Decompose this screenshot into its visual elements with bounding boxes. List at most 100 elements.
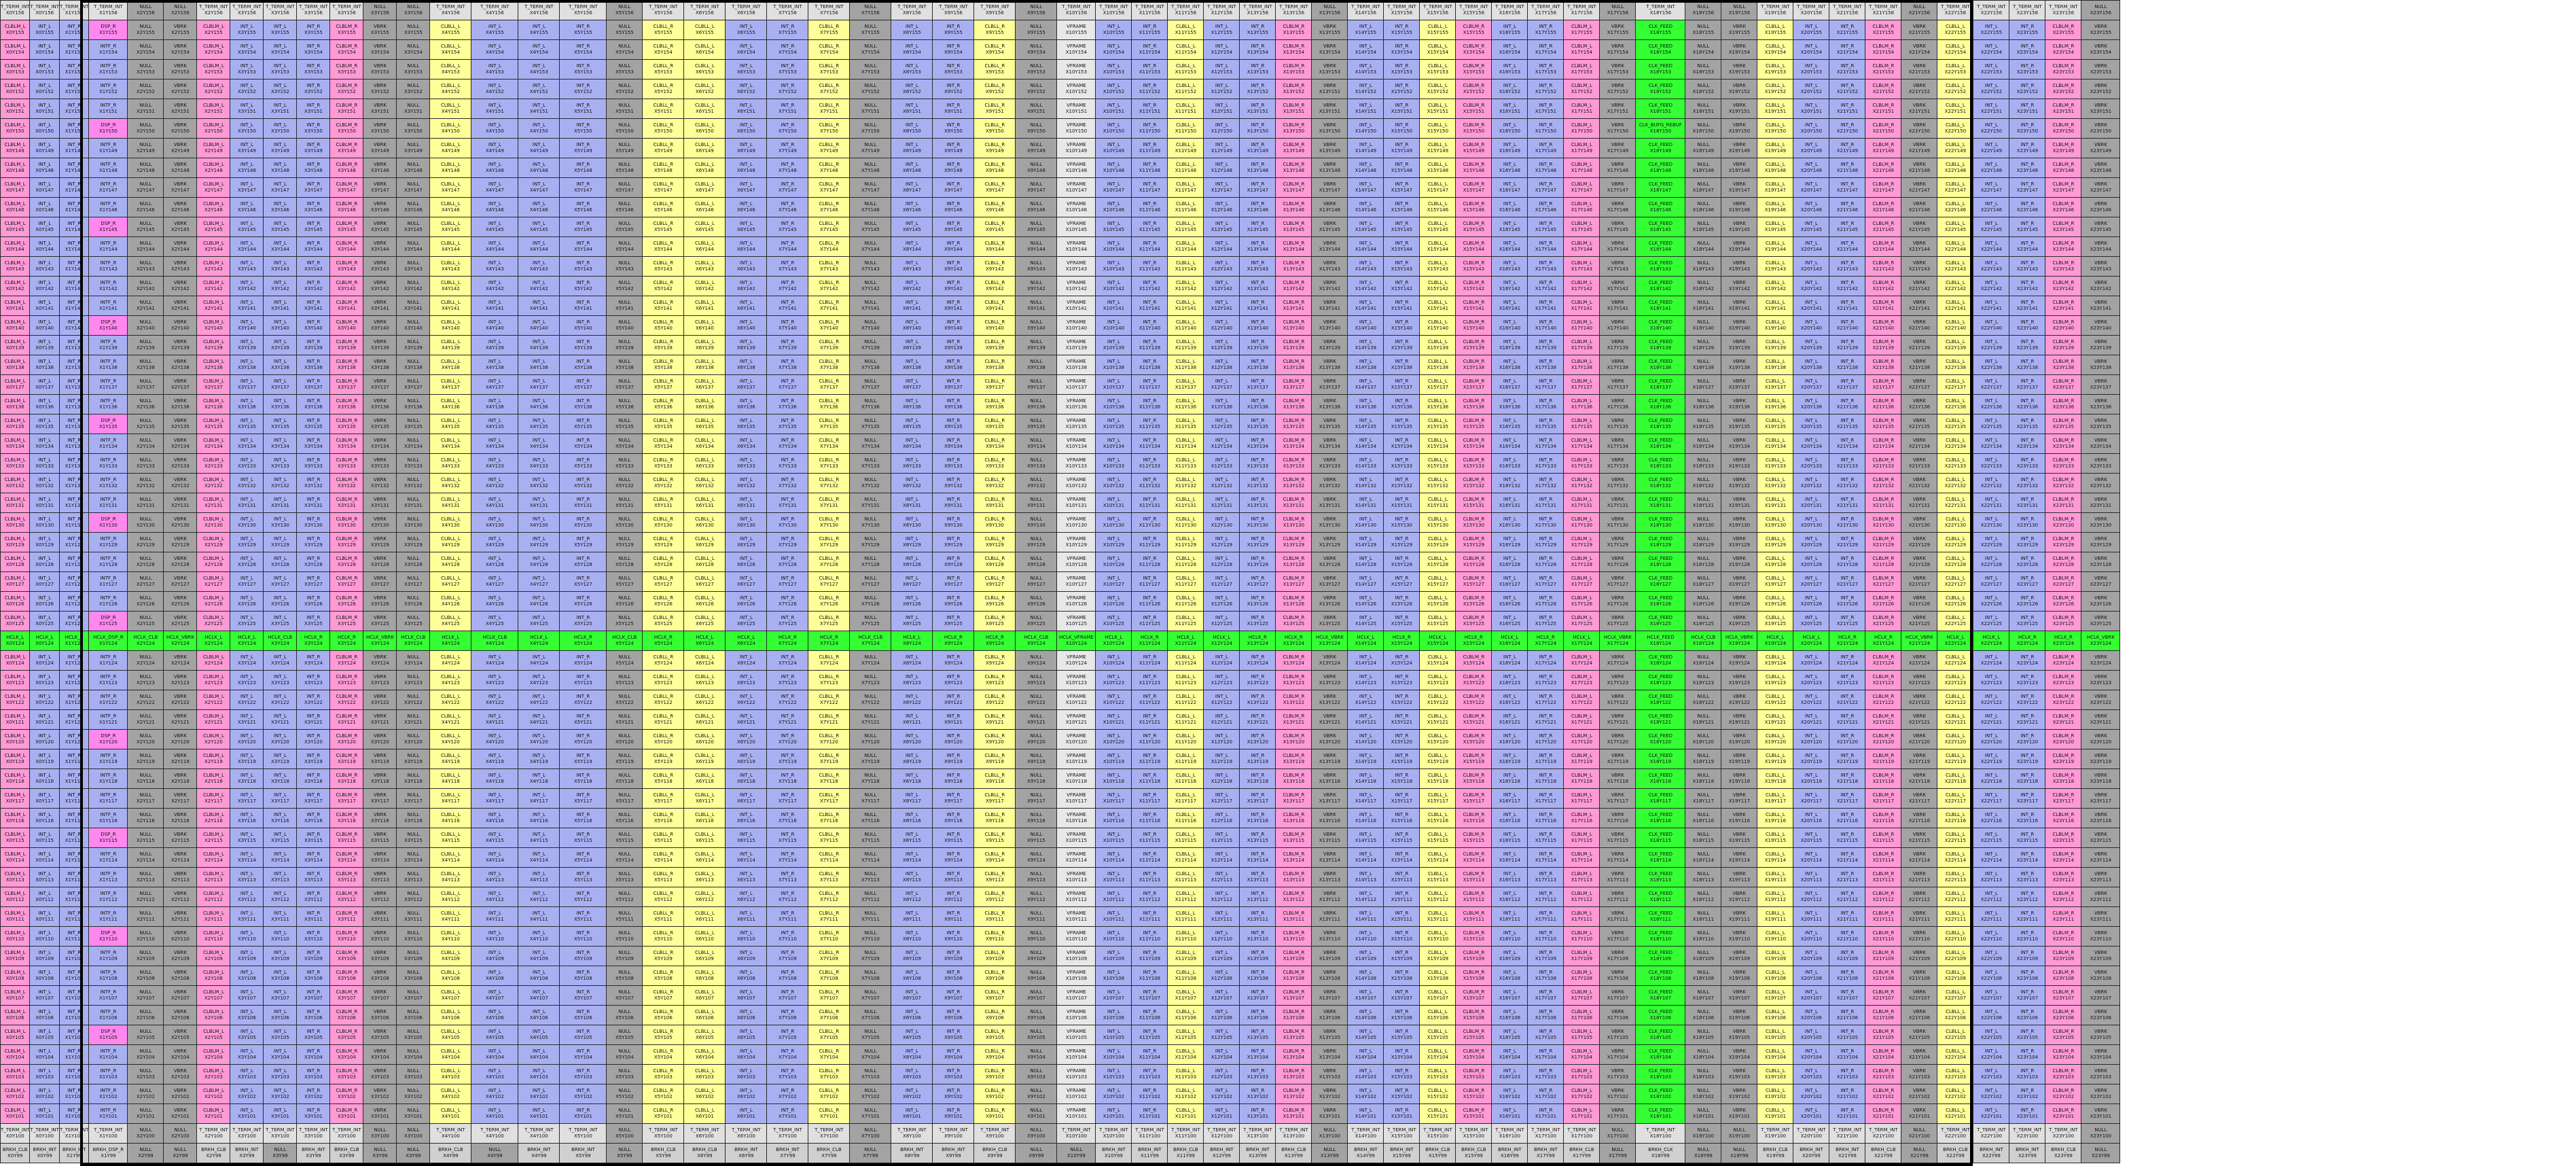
tile-int-l[interactable]: INT_L X20Y143: [1793, 256, 1830, 277]
tile-int-r[interactable]: INT_R X7Y151: [766, 99, 809, 119]
tile-int-l[interactable]: INT_L X20Y128: [1793, 552, 1830, 572]
tile-int-l[interactable]: INT_L X12Y128: [1203, 552, 1240, 572]
tile-int-r[interactable]: INT_R X7Y144: [766, 236, 809, 257]
tile-intf-r[interactable]: INTF_R X1Y129: [88, 532, 128, 552]
tile-clblm-l[interactable]: CLBLM_L X0Y131: [0, 493, 31, 513]
tile-int-r[interactable]: INT_R X21Y130: [1829, 512, 1866, 533]
tile-clblm-r[interactable]: CLBLM_R X15Y142: [1455, 276, 1492, 296]
tile-clbll-l[interactable]: CLBLL_L X22Y143: [1937, 256, 1974, 277]
tile-int-r[interactable]: INT_R X15Y138: [1383, 355, 1420, 375]
tile-intf-r[interactable]: INTF_R X1Y133: [88, 453, 128, 474]
tile-clblm-r[interactable]: CLBLM_R X21Y136: [1865, 394, 1902, 414]
tile-int-r[interactable]: INT_R X5Y144: [559, 236, 607, 257]
tile-int-r[interactable]: INT_R X11Y149: [1131, 138, 1168, 158]
tile-int-l[interactable]: INT_L X3Y134: [230, 434, 264, 454]
tile-vbrk[interactable]: VBRK X3Y153: [363, 59, 397, 80]
tile-int-l[interactable]: INT_L X10Y139: [1095, 335, 1132, 355]
tile-int-l[interactable]: INT_L X3Y129: [230, 532, 264, 552]
tile-clblm-r[interactable]: CLBLM_R X21Y131: [1865, 493, 1902, 513]
tile-int-l[interactable]: INT_L X3Y137: [230, 374, 264, 395]
tile-int-l[interactable]: INT_L X3Y146: [263, 197, 298, 217]
tile-int-r[interactable]: INT_R X23Y145: [2009, 217, 2046, 237]
tile-int-l[interactable]: INT_L X20Y145: [1793, 217, 1830, 237]
tile-vbrk[interactable]: VBRK X13Y128: [1311, 552, 1348, 572]
tile-clblm-r[interactable]: CLBLM_R X15Y146: [1455, 197, 1492, 217]
tile-int-l[interactable]: INT_L X8Y155: [891, 20, 933, 40]
tile-vbrk[interactable]: VBRK X21Y132: [1901, 473, 1938, 493]
tile-int-r[interactable]: INT_R X7Y153: [766, 59, 809, 80]
tile-clblm-l[interactable]: CLBLM_L X17Y146: [1563, 197, 1600, 217]
tile-clbll-l[interactable]: CLBLL_L X15Y144: [1419, 236, 1456, 257]
tile-t-term-int[interactable]: T_TERM_INT X7Y156: [766, 0, 809, 20]
tile-int-r[interactable]: INT_R X7Y149: [766, 138, 809, 158]
tile-clbll-r[interactable]: CLBLL_R X7Y136: [808, 394, 851, 414]
tile-null[interactable]: NULL X9Y154: [1015, 39, 1058, 60]
tile-int-l[interactable]: INT_L X12Y134: [1203, 434, 1240, 454]
tile-vbrk[interactable]: VBRK X19Y139: [1721, 335, 1758, 355]
tile-int-r[interactable]: INT_R X11Y141: [1131, 296, 1168, 316]
tile-int-l[interactable]: INT_L X10Y144: [1095, 236, 1132, 257]
tile-clblm-r[interactable]: CLBLM_R X23Y139: [2045, 335, 2082, 355]
tile-int-l[interactable]: INT_L X4Y141: [518, 296, 560, 316]
tile-vbrk[interactable]: VBRK X23Y138: [2081, 355, 2121, 375]
tile-int-r[interactable]: INT_R X15Y135: [1383, 414, 1420, 434]
tile-vbrk[interactable]: VBRK X23Y153: [2081, 59, 2121, 80]
tile-vbrk[interactable]: VBRK X21Y139: [1901, 335, 1938, 355]
tile-int-l[interactable]: INT_L X4Y152: [518, 79, 560, 99]
tile-clblm-r[interactable]: CLBLM_R X21Y135: [1865, 414, 1902, 434]
tile-vbrk[interactable]: VBRK X23Y136: [2081, 394, 2121, 414]
tile-int-r[interactable]: INT_R X21Y137: [1829, 374, 1866, 395]
tile-vbrk[interactable]: VBRK X21Y152: [1901, 79, 1938, 99]
tile-int-r[interactable]: INT_R X1Y148: [58, 158, 90, 178]
tile-int-r[interactable]: INT_R X13Y134: [1239, 434, 1276, 454]
tile-int-l[interactable]: INT_L X3Y143: [230, 256, 264, 277]
tile-clblm-l[interactable]: CLBLM_L X17Y151: [1563, 99, 1600, 119]
tile-null[interactable]: NULL X2Y140: [127, 315, 164, 336]
tile-int-r[interactable]: INT_R X23Y129: [2009, 532, 2046, 552]
tile-int-l[interactable]: INT_L X8Y153: [891, 59, 933, 80]
tile-int-r[interactable]: INT_R X15Y139: [1383, 335, 1420, 355]
tile-clbll-l[interactable]: CLBLL_L X6Y136: [683, 394, 726, 414]
tile-int-l[interactable]: INT_L X4Y147: [518, 177, 560, 198]
tile-int-l[interactable]: INT_L X8Y134: [891, 434, 933, 454]
tile-int-r[interactable]: INT_R X17Y143: [1527, 256, 1564, 277]
tile-int-r[interactable]: INT_R X3Y146: [296, 197, 331, 217]
tile-clbll-l[interactable]: CLBLL_L X15Y149: [1419, 138, 1456, 158]
tile-vframe[interactable]: VFRAME X10Y155: [1056, 20, 1096, 40]
tile-vbrk[interactable]: VBRK X13Y138: [1311, 355, 1348, 375]
tile-int-l[interactable]: INT_L X10Y136: [1095, 394, 1132, 414]
tile-clbll-l[interactable]: CLBLL_L X11Y132: [1167, 473, 1204, 493]
tile-clbll-l[interactable]: CLBLL_L X19Y150: [1757, 118, 1794, 139]
tile-int-l[interactable]: INT_L X6Y132: [725, 473, 768, 493]
tile-intf-r[interactable]: INTF_R X1Y138: [88, 355, 128, 375]
tile-clbll-l[interactable]: CLBLL_L X6Y128: [683, 552, 726, 572]
tile-clblm-r[interactable]: CLBLM_R X21Y133: [1865, 453, 1902, 474]
tile-null[interactable]: NULL X5Y129: [606, 532, 643, 552]
tile-clbll-l[interactable]: CLBLL_L X22Y150: [1937, 118, 1974, 139]
tile-vbrk[interactable]: VBRK X3Y142: [363, 276, 397, 296]
tile-int-l[interactable]: INT_L X10Y138: [1095, 355, 1132, 375]
tile-int-r[interactable]: INT_R X3Y154: [296, 39, 331, 60]
tile-vbrk[interactable]: VBRK X2Y154: [163, 39, 198, 60]
tile-clbll-l[interactable]: CLBLL_L X15Y133: [1419, 453, 1456, 474]
tile-null[interactable]: NULL X2Y151: [127, 99, 164, 119]
tile-clbll-l[interactable]: CLBLL_L X6Y131: [683, 493, 726, 513]
tile-clblm-l[interactable]: CLBLM_L X0Y128: [0, 552, 31, 572]
tile-null[interactable]: NULL X9Y143: [1015, 256, 1058, 277]
tile-int-l[interactable]: INT_L X8Y149: [891, 138, 933, 158]
tile-vbrk[interactable]: VBRK X13Y155: [1311, 20, 1348, 40]
tile-clbll-l[interactable]: CLBLL_L X6Y141: [683, 296, 726, 316]
tile-int-r[interactable]: INT_R X11Y143: [1131, 256, 1168, 277]
tile-vframe[interactable]: VFRAME X10Y140: [1056, 315, 1096, 336]
tile-vbrk[interactable]: VBRK X17Y152: [1599, 79, 1636, 99]
tile-clblm-r[interactable]: CLBLM_R X15Y135: [1455, 414, 1492, 434]
tile-clbll-r[interactable]: CLBLL_R X9Y133: [973, 453, 1016, 474]
tile-clblm-r[interactable]: CLBLM_R X23Y136: [2045, 394, 2082, 414]
tile-clk-feed[interactable]: CLK_FEED X18Y140: [1635, 315, 1686, 336]
tile-vbrk[interactable]: VBRK X2Y132: [163, 473, 198, 493]
tile-vbrk[interactable]: VBRK X23Y155: [2081, 20, 2121, 40]
tile-vbrk[interactable]: VBRK X3Y149: [363, 138, 397, 158]
tile-clblm-r[interactable]: CLBLM_R X13Y146: [1275, 197, 1312, 217]
tile-clbll-l[interactable]: CLBLL_L X22Y138: [1937, 355, 1974, 375]
tile-clbll-l[interactable]: CLBLL_L X4Y146: [429, 197, 472, 217]
